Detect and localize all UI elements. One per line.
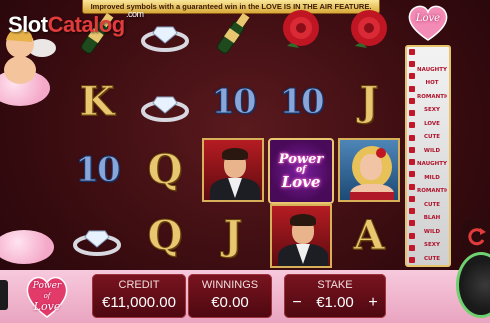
diamond-ring-icon (132, 70, 198, 134)
winnings-value: €0.00 (211, 294, 249, 311)
winnings-panel: WINNINGS €0.00 (188, 274, 272, 318)
credit-panel: CREDIT €11,000.00 (92, 274, 186, 318)
love-meter: Naughty Hot Romantic Sexy Love Cute Wild Naught… (405, 45, 451, 267)
meter-pip (409, 195, 415, 202)
symbol-10: 10 (211, 82, 257, 122)
meter-pip (409, 171, 415, 178)
meter-word: Romantic (417, 93, 447, 100)
meter-word: Naughty (417, 66, 447, 73)
meter-word: Mild (424, 174, 440, 181)
symbol-j: J (223, 212, 243, 259)
credit-label: CREDIT (118, 279, 160, 291)
meter-pip (409, 49, 415, 55)
meter-pip (409, 122, 415, 129)
love-heart-badge: Love (404, 2, 452, 42)
power-of-love-logo: Power of Love (22, 273, 72, 319)
symbol-q: Q (147, 146, 183, 193)
meter-pip (409, 134, 415, 141)
diamond-ring-icon (64, 204, 130, 268)
meter-pip (409, 208, 415, 215)
meter-word: Cute (423, 134, 440, 141)
meter-word: Wild (423, 228, 441, 235)
rose-icon (268, 0, 334, 64)
autoplay-control[interactable] (462, 220, 490, 254)
rose-icon (336, 0, 402, 64)
meter-pip (409, 220, 415, 227)
meter-word: Naughty (417, 161, 447, 168)
meter-pip (409, 61, 415, 68)
watermark-logo: SlotCatalog .com (8, 9, 144, 37)
champagne-icon (200, 2, 266, 66)
symbol-a: A (353, 212, 385, 259)
refresh-icon (468, 228, 486, 246)
meter-word: Wild (423, 147, 441, 154)
meter-pip (409, 85, 415, 92)
meter-word: Love (424, 120, 440, 127)
meter-word: Sexy (424, 242, 440, 249)
reel-grid: K 10 10 J 10 Q Power of Love Q J A (58, 0, 400, 270)
meter-pip (409, 110, 415, 117)
meter-pip (409, 244, 415, 251)
meter-pip (409, 232, 415, 239)
meter-word: Hot (425, 80, 439, 87)
meter-pip (409, 73, 415, 80)
meter-pip (409, 256, 415, 263)
meter-pip (409, 97, 415, 104)
cloud-decoration (0, 230, 54, 264)
meter-pip (409, 146, 415, 153)
menu-button[interactable] (0, 280, 8, 310)
woman-character-symbol (336, 138, 402, 202)
man-character-symbol (268, 204, 334, 268)
symbol-10: 10 (279, 82, 325, 122)
symbol-10: 10 (75, 150, 121, 190)
symbol-k: K (79, 78, 115, 125)
stake-increase-button[interactable]: + (364, 294, 382, 314)
meter-pip (409, 183, 415, 190)
winnings-label: WINNINGS (201, 279, 259, 291)
symbol-j: J (359, 78, 379, 125)
meter-word: Blah (423, 215, 441, 222)
meter-pip (409, 159, 415, 166)
man-character-symbol (200, 138, 266, 202)
meter-word: Cute (423, 255, 440, 262)
meter-word: Romantic (417, 188, 447, 195)
meter-word: Cute (423, 201, 440, 208)
credit-value: €11,000.00 (102, 294, 176, 311)
symbol-q: Q (147, 212, 183, 259)
meter-word: Sexy (424, 107, 440, 114)
stake-label: STAKE (317, 279, 353, 291)
power-of-love-wild-symbol: Power of Love (266, 136, 336, 206)
stake-panel: STAKE − €1.00 + (284, 274, 386, 318)
